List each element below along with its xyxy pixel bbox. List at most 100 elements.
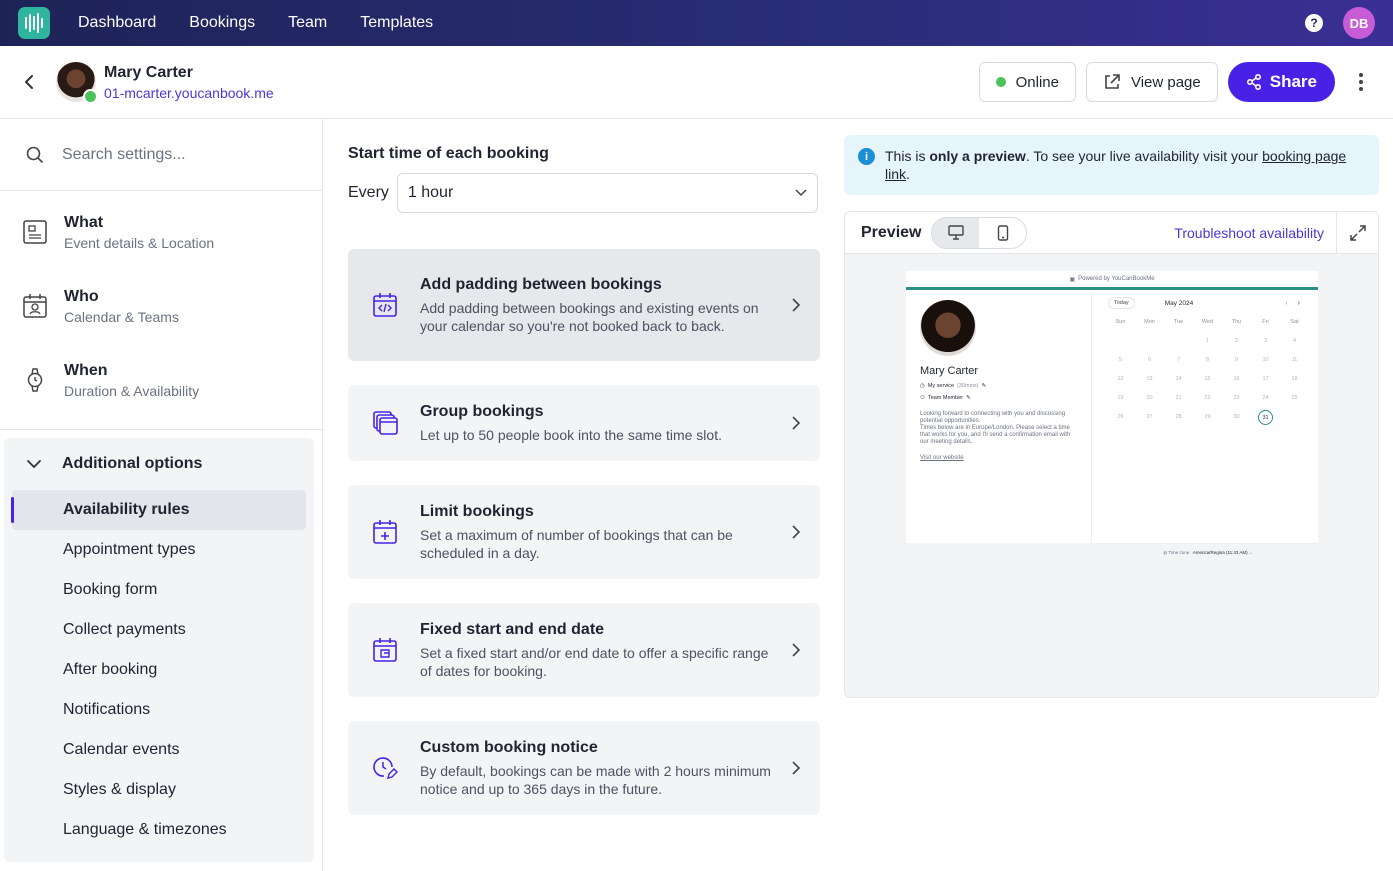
sidebar-item-collect-payments[interactable]: Collect payments: [4, 610, 306, 650]
profile-url-link[interactable]: 01-mcarter.youcanbook.me: [104, 85, 274, 101]
preview-date: 16: [1233, 376, 1240, 382]
profile-name: Mary Carter: [104, 63, 193, 81]
online-status-dot: [83, 89, 98, 104]
clock-icon: ◷: [920, 383, 925, 389]
section-title: What: [64, 213, 104, 231]
nav-bookings[interactable]: Bookings: [189, 14, 255, 32]
nav-templates[interactable]: Templates: [360, 14, 433, 32]
additional-options-title: Additional options: [62, 455, 203, 472]
preview-calendar-grid: Sun Mon Tue Wed Thu Fri Sat 1 2 3 4 5 6 7 8 9 10 11 12 13 14…: [1098, 319, 1318, 425]
preview-date: 26: [1117, 414, 1124, 420]
preview-date: 11: [1291, 357, 1298, 363]
sidebar-section-what[interactable]: What Event details & Location: [0, 195, 322, 269]
section-title: When: [64, 361, 108, 379]
preview-date: 5: [1118, 357, 1123, 363]
user-avatar[interactable]: DB: [1343, 7, 1375, 39]
troubleshoot-availability-link[interactable]: Troubleshoot availability: [1174, 225, 1324, 241]
preview-date: 19: [1117, 395, 1124, 401]
nav-links: Dashboard Bookings Team Templates: [78, 14, 433, 32]
booking-page-preview: ▣ Powered by YouCanBookMe Mary Carter ◷ My…: [906, 271, 1318, 555]
preview-date: 10: [1262, 357, 1269, 363]
preview-info-text: This is only a preview. To see your live…: [885, 148, 1347, 182]
preview-date: 23: [1233, 395, 1240, 401]
view-page-button[interactable]: View page: [1085, 62, 1218, 102]
card-limit-bookings[interactable]: Limit bookings Set a maximum of number o…: [348, 485, 820, 579]
preview-date: 7: [1176, 357, 1181, 363]
preview-panel: Preview Troubleshoot availability ▣ Power…: [844, 211, 1379, 698]
ycbm-small-icon: ▣: [1069, 276, 1076, 283]
additional-options-toggle[interactable]: Additional options: [4, 438, 314, 490]
watch-icon: [27, 368, 43, 392]
sidebar-item-notifications[interactable]: Notifications: [4, 690, 306, 730]
preview-weekday: Thu: [1231, 319, 1242, 325]
card-padding-between-bookings[interactable]: Add padding between bookings Add padding…: [348, 249, 820, 361]
preview-date: 31: [1258, 410, 1273, 425]
nav-dashboard[interactable]: Dashboard: [78, 14, 156, 32]
preview-name: Mary Carter: [920, 365, 979, 377]
next-month-icon: ›: [1297, 299, 1300, 307]
card-custom-booking-notice[interactable]: Custom booking notice By default, bookin…: [348, 721, 820, 815]
back-chevron-icon[interactable]: [20, 73, 38, 91]
desktop-icon[interactable]: [932, 217, 980, 248]
online-status-button[interactable]: Online: [978, 62, 1076, 102]
question-circle-icon[interactable]: ?: [1305, 14, 1323, 32]
chevron-right-icon: [788, 416, 804, 430]
chevron-right-icon: [788, 761, 804, 775]
settings-search: [0, 119, 322, 191]
app-logo[interactable]: [18, 7, 50, 39]
card-title: Group bookings: [420, 402, 544, 420]
every-label: Every: [348, 184, 389, 201]
info-icon: i: [858, 148, 875, 165]
preview-service: ◷ My service (30mins) ✎: [920, 383, 987, 389]
chevron-down-icon: [27, 460, 41, 469]
preview-date: 6: [1147, 357, 1152, 363]
sidebar-item-availability-rules[interactable]: Availability rules: [11, 490, 306, 530]
card-description: Set a maximum of number of bookings that…: [420, 526, 733, 561]
preview-date: [1106, 338, 1135, 344]
card-title: Limit bookings: [420, 502, 534, 520]
preview-weekday: Sun: [1115, 319, 1126, 325]
preview-date: 28: [1175, 414, 1182, 420]
external-link-icon: [1105, 74, 1120, 89]
mobile-icon[interactable]: [979, 218, 1026, 248]
preview-weekday: Sat: [1290, 319, 1299, 325]
settings-sidebar: What Event details & Location Who Calendar…: [0, 119, 323, 871]
preview-date: 2: [1234, 338, 1239, 344]
more-options-icon[interactable]: [1351, 73, 1371, 91]
top-navigation: Dashboard Bookings Team Templates ? DB: [0, 0, 1393, 46]
preview-timezone: ◍ Time zone America/Regina (11:43 AM) ⌄: [1098, 543, 1318, 556]
preview-date: 15: [1204, 376, 1211, 382]
search-input[interactable]: [62, 145, 302, 164]
sidebar-item-styles-display[interactable]: Styles & display: [4, 770, 306, 810]
preview-date: [1135, 338, 1164, 344]
preview-date: [1164, 338, 1193, 344]
sidebar-section-who[interactable]: Who Calendar & Teams: [0, 269, 322, 343]
sidebar-item-language-timezones[interactable]: Language & timezones: [4, 810, 306, 850]
card-group-bookings[interactable]: Group bookings Let up to 50 people book …: [348, 385, 820, 461]
online-dot-icon: [995, 77, 1006, 87]
sidebar-section-when[interactable]: When Duration & Availability: [0, 343, 322, 417]
card-fixed-start-end-date[interactable]: Fixed start and end date Set a fixed sta…: [348, 603, 820, 697]
start-interval-select[interactable]: 1 hour: [396, 173, 818, 213]
sidebar-item-appointment-types[interactable]: Appointment types: [4, 530, 306, 570]
chevron-right-icon: [788, 298, 804, 312]
card-description: Let up to 50 people book into the same t…: [420, 426, 722, 443]
preview-date: 20: [1146, 395, 1153, 401]
preview-team-member: ⚇ Team Member ✎: [920, 395, 971, 401]
preview-date: 27: [1146, 414, 1153, 420]
clock-edit-icon: [370, 753, 400, 783]
profile-header: Mary Carter 01-mcarter.youcanbook.me Onl…: [0, 46, 1393, 119]
chevron-right-icon: [788, 643, 804, 657]
share-button[interactable]: Share: [1227, 62, 1335, 102]
card-title: Fixed start and end date: [420, 620, 605, 638]
additional-options-panel: Additional options Availability rules Ap…: [4, 438, 314, 862]
nav-team[interactable]: Team: [288, 14, 327, 32]
share-icon: [1246, 74, 1261, 90]
card-title: Add padding between bookings: [420, 275, 662, 293]
expand-icon[interactable]: [1336, 212, 1378, 254]
chevron-right-icon: [788, 525, 804, 539]
sidebar-item-calendar-events[interactable]: Calendar events: [4, 730, 306, 770]
sidebar-item-after-booking[interactable]: After booking: [4, 650, 306, 690]
sidebar-item-booking-form[interactable]: Booking form: [4, 570, 306, 610]
pencil-icon: ✎: [981, 383, 987, 389]
